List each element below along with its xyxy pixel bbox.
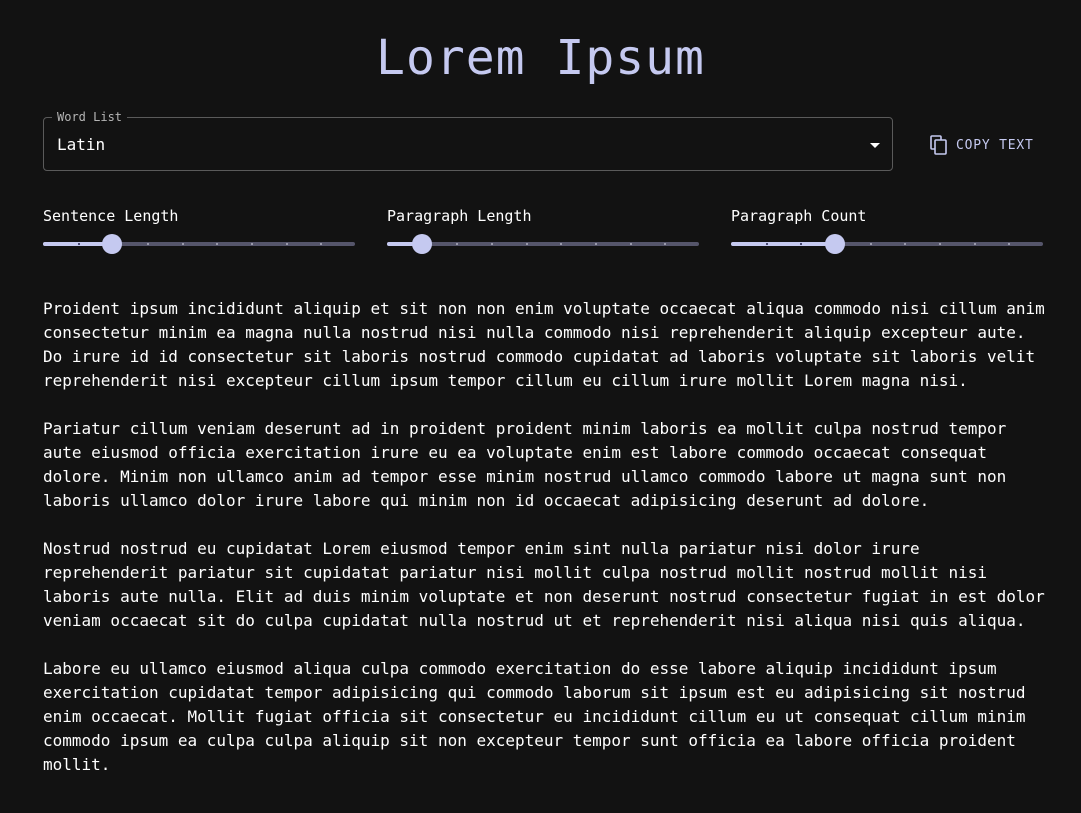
slider-tick (560, 243, 563, 245)
slider-tick (904, 243, 907, 245)
arrow-drop-down-icon (870, 143, 880, 148)
sentence-length-slider-group: Sentence Length (43, 206, 355, 256)
slider-tick (973, 243, 976, 245)
paragraph-length-slider[interactable] (387, 234, 699, 254)
copy-icon (930, 135, 948, 155)
slider-tick (869, 243, 872, 245)
paragraph: Pariatur cillum veniam deserunt ad in pr… (43, 419, 1007, 510)
word-list-value: Latin (57, 135, 106, 154)
paragraph-count-fill (731, 242, 835, 246)
slider-tick (251, 243, 253, 245)
slider-tick (629, 243, 632, 245)
paragraph-length-thumb[interactable] (411, 234, 432, 254)
copy-text-label: COPY TEXT (956, 137, 1034, 153)
sentence-length-thumb[interactable] (102, 234, 123, 254)
paragraph-length-slider-group: Paragraph Length (387, 206, 699, 256)
paragraph: Labore eu ullamco eiusmod aliqua culpa c… (43, 659, 1026, 774)
word-list-label: Word List (52, 110, 128, 124)
slider-tick (77, 243, 80, 245)
paragraph: Nostrud nostrud eu cupidatat Lorem eiusm… (43, 539, 1045, 630)
paragraph-count-thumb[interactable] (824, 234, 845, 254)
slider-tick (939, 243, 941, 245)
slider-tick (1008, 243, 1011, 245)
word-list-select[interactable]: Word List Latin (43, 110, 893, 171)
slider-tick (181, 243, 184, 245)
paragraph-count-slider-group: Paragraph Count (731, 206, 1043, 256)
generated-text: Proident ipsum incididunt aliquip et sit… (43, 297, 1053, 801)
paragraph-count-label: Paragraph Count (731, 207, 867, 225)
slider-tick (216, 243, 219, 245)
slider-tick (525, 243, 528, 245)
slider-tick (320, 243, 323, 245)
slider-tick (147, 243, 149, 245)
copy-text-button[interactable]: COPY TEXT (920, 126, 1046, 164)
slider-tick (664, 243, 667, 245)
paragraph-count-slider[interactable] (731, 234, 1043, 254)
paragraph-length-label: Paragraph Length (387, 207, 532, 225)
paragraph: Proident ipsum incididunt aliquip et sit… (43, 299, 1045, 390)
slider-tick (595, 243, 597, 245)
sentence-length-label: Sentence Length (43, 207, 179, 225)
page-title: Lorem Ipsum (376, 30, 705, 86)
slider-tick (491, 243, 493, 245)
sentence-length-slider[interactable] (43, 234, 355, 254)
slider-tick (285, 243, 288, 245)
slider-tick (456, 243, 459, 245)
slider-tick (765, 243, 768, 245)
